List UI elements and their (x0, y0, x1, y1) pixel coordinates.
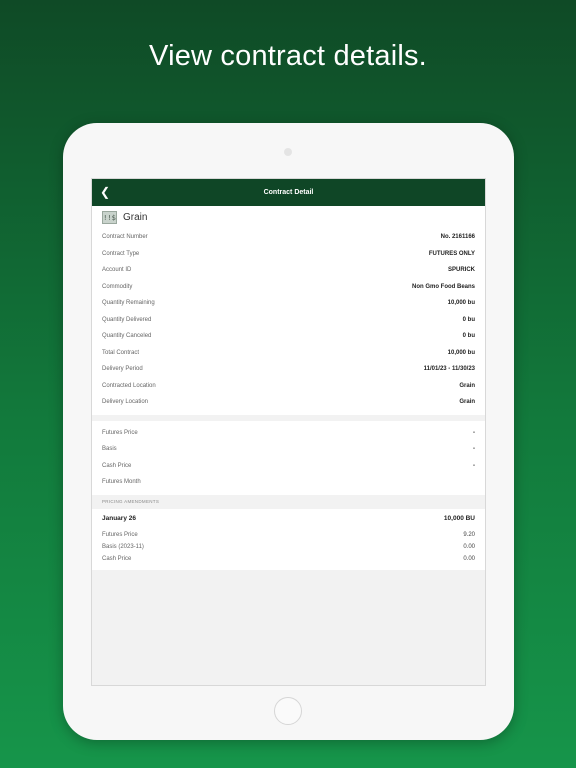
commodity-header: !!$ Grain (102, 206, 475, 229)
detail-label: Delivery Period (102, 366, 143, 373)
amendment-row-cash-price: Cash Price 0.00 (102, 553, 475, 565)
detail-label: Contract Number (102, 234, 148, 241)
detail-row-delivery-location: Delivery Location Grain (102, 394, 475, 411)
detail-row-contracted-location: Contracted Location Grain (102, 378, 475, 395)
detail-value: 0 bu (462, 333, 475, 340)
amendment-date: January 26 (102, 515, 136, 522)
pricing-label: Cash Price (102, 462, 132, 469)
amendment-label: Cash Price (102, 555, 132, 562)
pricing-value: - (473, 446, 475, 453)
detail-row-contract-number: Contract Number No. 2161166 (102, 229, 475, 246)
pricing-row-cash-price: Cash Price - (102, 458, 475, 475)
detail-row-account-id: Account ID SPURICK (102, 262, 475, 279)
pricing-value: - (473, 462, 475, 469)
amendment-header: January 26 10,000 BU (102, 509, 475, 529)
pricing-card: Futures Price - Basis - Cash Price - Fut… (92, 420, 485, 495)
detail-label: Contracted Location (102, 382, 156, 389)
pricing-row-futures-month: Futures Month (102, 474, 475, 491)
detail-label: Account ID (102, 267, 132, 274)
amendment-label: Basis (2023-11) (102, 543, 144, 550)
detail-label: Quantity Canceled (102, 333, 152, 340)
pricing-label: Basis (102, 446, 117, 453)
home-button[interactable] (274, 697, 302, 725)
detail-row-contract-type: Contract Type FUTURES ONLY (102, 246, 475, 263)
detail-value: 10,000 bu (447, 300, 475, 307)
detail-row-delivery-period: Delivery Period 11/01/23 - 11/30/23 (102, 361, 475, 378)
detail-value: SPURICK (447, 267, 475, 274)
detail-label: Quantity Remaining (102, 300, 155, 307)
pricing-label: Futures Month (102, 479, 141, 486)
detail-label: Contract Type (102, 250, 140, 257)
detail-value: 0 bu (462, 316, 475, 323)
pricing-label: Futures Price (102, 429, 138, 436)
section-label-pricing-amendments: PRICING AMENDMENTS (92, 494, 485, 509)
detail-label: Total Contract (102, 349, 140, 356)
tablet-frame: ❮ Contract Detail !!$ Grain Contract Num… (63, 123, 514, 740)
detail-row-quantity-canceled: Quantity Canceled 0 bu (102, 328, 475, 345)
detail-row-quantity-delivered: Quantity Delivered 0 bu (102, 312, 475, 329)
headline: View contract details. (149, 40, 427, 72)
amendment-quantity: 10,000 BU (443, 515, 475, 522)
detail-row-total-contract: Total Contract 10,000 bu (102, 345, 475, 362)
detail-value: FUTURES ONLY (428, 250, 475, 257)
amendment-label: Futures Price (102, 531, 138, 538)
camera-dot (284, 148, 292, 156)
amendment-row-basis: Basis (2023-11) 0.00 (102, 541, 475, 553)
amendment-value: 0.00 (463, 555, 475, 562)
detail-value: 10,000 bu (447, 349, 475, 356)
detail-value: 11/01/23 - 11/30/23 (423, 366, 475, 373)
navigation-bar: ❮ Contract Detail (92, 179, 485, 206)
detail-value: Grain (459, 382, 475, 389)
detail-label: Commodity (102, 283, 133, 290)
detail-label: Delivery Location (102, 399, 149, 406)
detail-value: Grain (459, 399, 475, 406)
detail-label: Quantity Delivered (102, 316, 152, 323)
amendment-row-futures-price: Futures Price 9.20 (102, 529, 475, 541)
pricing-row-futures-price: Futures Price - (102, 425, 475, 442)
pricing-row-basis: Basis - (102, 441, 475, 458)
amendment-value: 0.00 (463, 543, 475, 550)
detail-value: Non Gmo Food Beans (412, 283, 475, 290)
amendment-card: January 26 10,000 BU Futures Price 9.20 … (92, 508, 485, 570)
app-screen: ❮ Contract Detail !!$ Grain Contract Num… (91, 178, 486, 686)
amendment-value: 9.20 (463, 531, 475, 538)
detail-value: No. 2161166 (440, 234, 475, 241)
chevron-left-icon[interactable]: ❮ (98, 185, 112, 199)
commodity-title: Grain (123, 212, 148, 223)
nav-title: Contract Detail (263, 189, 314, 196)
pricing-value: - (473, 429, 475, 436)
grain-icon: !!$ (102, 211, 117, 224)
detail-row-commodity: Commodity Non Gmo Food Beans (102, 279, 475, 296)
contract-details-card: !!$ Grain Contract Number No. 2161166 Co… (92, 206, 485, 415)
detail-row-quantity-remaining: Quantity Remaining 10,000 bu (102, 295, 475, 312)
